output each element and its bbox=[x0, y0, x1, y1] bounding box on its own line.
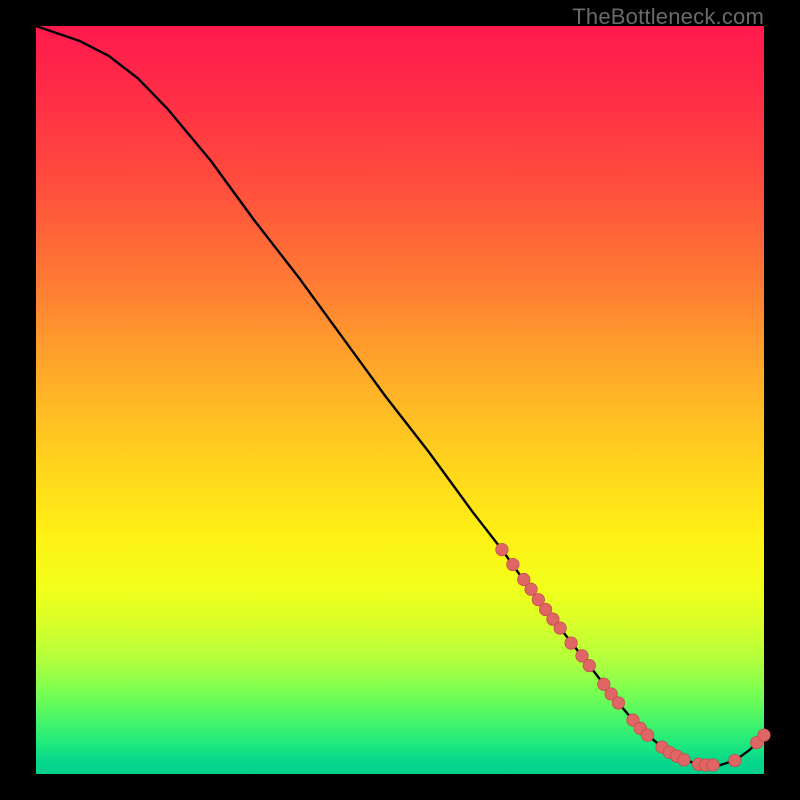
chart-overlay bbox=[36, 26, 764, 774]
bottleneck-curve bbox=[36, 26, 764, 765]
curve-marker bbox=[678, 754, 690, 766]
curve-marker bbox=[758, 729, 770, 741]
curve-markers bbox=[496, 543, 770, 771]
curve-marker bbox=[641, 729, 653, 741]
curve-marker bbox=[707, 759, 719, 771]
curve-marker bbox=[612, 697, 624, 709]
chart-stage: TheBottleneck.com bbox=[0, 0, 800, 800]
curve-marker bbox=[525, 583, 537, 595]
curve-marker bbox=[729, 754, 741, 766]
curve-marker bbox=[496, 543, 508, 555]
curve-marker bbox=[507, 558, 519, 570]
curve-marker bbox=[565, 637, 577, 649]
curve-marker bbox=[583, 659, 595, 671]
curve-marker bbox=[554, 622, 566, 634]
